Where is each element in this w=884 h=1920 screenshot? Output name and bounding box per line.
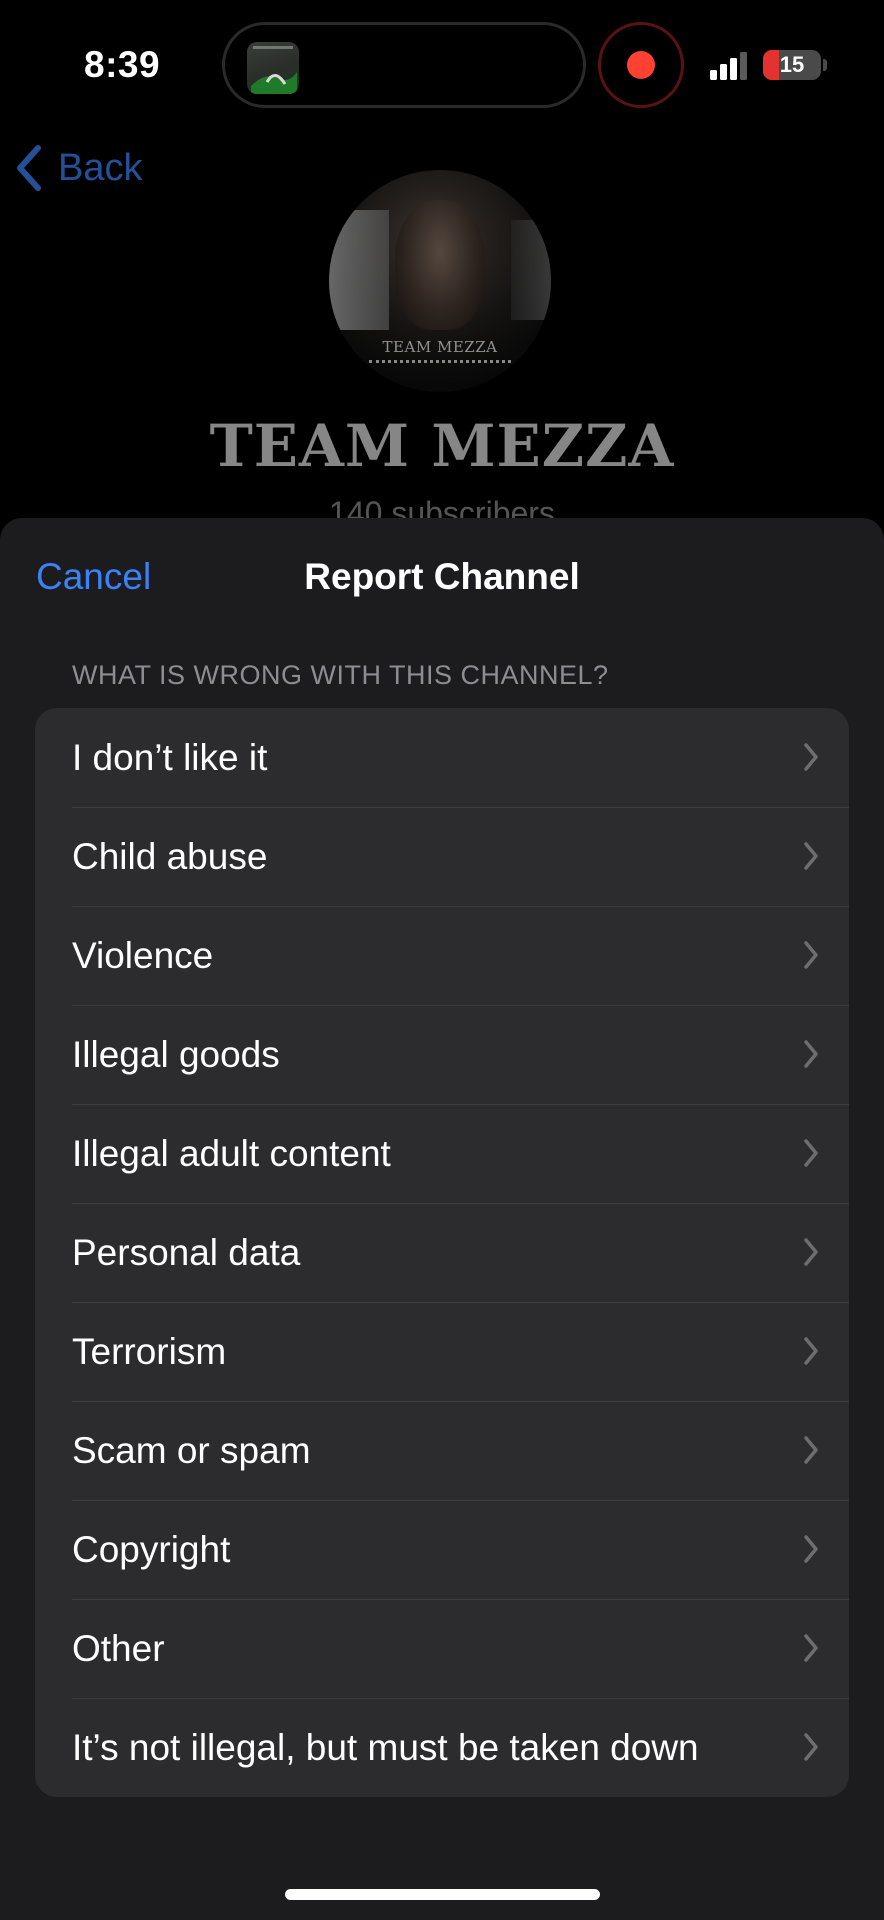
avatar-dotted-line [369, 360, 511, 366]
report-reason-label: Terrorism [72, 1330, 227, 1372]
report-reason-label: Illegal goods [72, 1033, 280, 1075]
chevron-right-icon [804, 1040, 818, 1068]
report-reason-label: Personal data [72, 1231, 301, 1273]
report-reason-label: It’s not illegal, but must be taken down [72, 1726, 699, 1768]
avatar-portrait [395, 200, 485, 330]
chevron-right-icon [804, 941, 818, 969]
report-reason-row[interactable]: Copyright [35, 1500, 849, 1599]
report-reason-label: I don’t like it [72, 736, 268, 778]
dynamic-island[interactable] [222, 22, 586, 108]
chevron-right-icon [804, 743, 818, 771]
chevron-right-icon [804, 1238, 818, 1266]
report-reason-row[interactable]: Personal data [35, 1203, 849, 1302]
chevron-right-icon [804, 1733, 818, 1761]
report-reason-label: Other [72, 1627, 165, 1669]
avatar-bg-left [329, 210, 389, 330]
report-reason-row[interactable]: Illegal adult content [35, 1104, 849, 1203]
chevron-right-icon [804, 1436, 818, 1464]
report-reason-label: Scam or spam [72, 1429, 311, 1471]
avatar-bg-right [511, 220, 551, 320]
cellular-signal-icon [710, 52, 747, 80]
channel-info-background: Back TEAM MEZZA TEAM MEZZA 140 subscribe… [0, 130, 884, 531]
avatar-watermark-text: TEAM MEZZA [382, 338, 498, 356]
report-reason-label: Violence [72, 934, 214, 976]
battery-level: 15 [779, 52, 805, 77]
record-dot-icon [627, 51, 655, 79]
report-reason-label: Child abuse [72, 835, 268, 877]
channel-avatar[interactable]: TEAM MEZZA [329, 170, 551, 392]
report-reason-row[interactable]: Other [35, 1599, 849, 1698]
chevron-right-icon [804, 1337, 818, 1365]
section-header: WHAT IS WRONG WITH THIS CHANNEL? [72, 660, 609, 690]
back-label: Back [58, 146, 143, 189]
report-reason-label: Illegal adult content [72, 1132, 391, 1174]
cancel-button[interactable]: Cancel [36, 556, 151, 598]
chevron-right-icon [804, 842, 818, 870]
report-reason-row[interactable]: It’s not illegal, but must be taken down [35, 1698, 849, 1797]
report-reason-row[interactable]: I don’t like it [35, 708, 849, 807]
report-reason-row[interactable]: Illegal goods [35, 1005, 849, 1104]
report-reasons-list: I don’t like it Child abuse Violence Illega… [35, 708, 849, 1797]
chevron-left-icon [17, 145, 41, 191]
sheet-header: Cancel Report Channel [0, 518, 884, 638]
report-reason-row[interactable]: Child abuse [35, 807, 849, 906]
status-time: 8:39 [84, 44, 161, 85]
chevron-right-icon [804, 1535, 818, 1563]
home-indicator[interactable] [285, 1889, 600, 1900]
battery-icon: 15 [763, 50, 821, 80]
report-channel-sheet: Cancel Report Channel WHAT IS WRONG WITH… [0, 518, 884, 1920]
status-bar: 8:39 15 [0, 0, 884, 130]
report-reason-row[interactable]: Scam or spam [35, 1401, 849, 1500]
back-button[interactable]: Back [14, 144, 142, 192]
now-playing-thumbnail [247, 42, 299, 94]
chevron-right-icon [804, 1634, 818, 1662]
chevron-right-icon [804, 1139, 818, 1167]
channel-name: TEAM MEZZA [209, 412, 675, 480]
screen-recording-indicator[interactable] [598, 22, 684, 108]
battery-cap [823, 59, 827, 71]
report-reason-row[interactable]: Violence [35, 906, 849, 1005]
report-reason-label: Copyright [72, 1528, 231, 1570]
report-reason-row[interactable]: Terrorism [35, 1302, 849, 1401]
